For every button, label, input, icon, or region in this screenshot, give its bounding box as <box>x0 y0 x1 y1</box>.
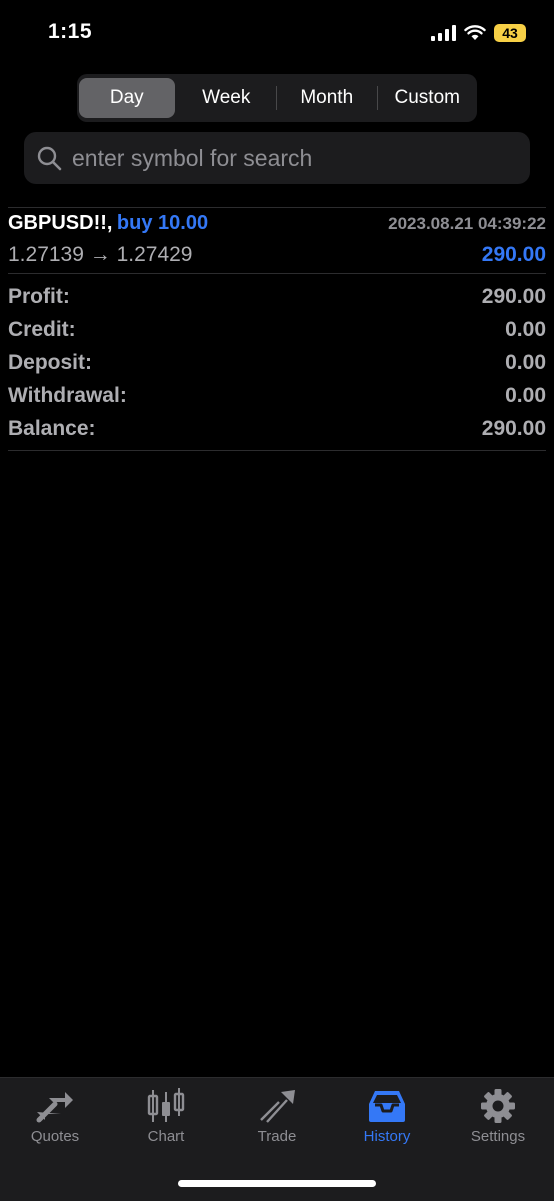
period-segmented-control: Day Week Month Custom <box>77 74 477 122</box>
summary-value: 0.00 <box>505 351 546 374</box>
summary-label: Deposit: <box>8 351 92 374</box>
summary-label: Balance: <box>8 417 96 440</box>
summary-label: Credit: <box>8 318 76 341</box>
divider <box>8 207 546 208</box>
segment-divider <box>276 86 277 110</box>
cellular-signal-icon <box>431 25 456 41</box>
trade-icon <box>260 1090 295 1123</box>
wifi-icon <box>464 25 486 40</box>
tab-label: Chart <box>147 1128 185 1145</box>
summary-label: Withdrawal: <box>8 384 127 407</box>
summary-row-profit: Profit: 290.00 <box>8 285 546 318</box>
summary-row-balance: Balance: 290.00 <box>8 417 546 450</box>
status-time: 1:15 <box>48 20 93 43</box>
tab-history[interactable]: History <box>332 1088 442 1145</box>
tab-label: Settings <box>470 1128 526 1145</box>
summary-value: 290.00 <box>481 417 546 440</box>
summary-section: Profit: 290.00 Credit: 0.00 Deposit: 0.0… <box>8 285 546 450</box>
battery-icon: 43 <box>494 24 526 42</box>
tab-label: History <box>363 1128 411 1145</box>
tab-chart[interactable]: Chart <box>111 1088 221 1145</box>
period-week-button[interactable]: Week <box>179 78 275 118</box>
summary-value: 0.00 <box>505 384 546 407</box>
home-indicator[interactable] <box>178 1180 376 1187</box>
candlestick-chart-icon <box>147 1088 185 1122</box>
trade-symbol: GBPUSD!!, <box>8 212 113 234</box>
divider <box>8 450 546 451</box>
trade-datetime: 2023.08.21 04:39:22 <box>388 214 546 233</box>
tab-label: Quotes <box>30 1128 80 1145</box>
status-icons: 43 <box>431 24 526 42</box>
summary-value: 290.00 <box>481 285 546 308</box>
tab-quotes[interactable]: Quotes <box>0 1088 110 1145</box>
summary-value: 0.00 <box>505 318 546 341</box>
divider <box>8 273 546 274</box>
tab-trade[interactable]: Trade <box>222 1088 332 1145</box>
trade-profit: 290.00 <box>481 243 546 266</box>
search-icon <box>37 146 62 171</box>
trade-prices: 1.27139 → 1.27429 <box>8 243 193 266</box>
search-bar[interactable] <box>24 132 530 184</box>
gear-icon <box>481 1089 515 1123</box>
summary-row-deposit: Deposit: 0.00 <box>8 351 546 384</box>
inbox-history-icon <box>369 1091 405 1122</box>
status-bar: 1:15 43 <box>0 0 554 70</box>
period-custom-button[interactable]: Custom <box>380 78 476 118</box>
quotes-icon <box>36 1092 73 1123</box>
tab-label: Trade <box>257 1128 297 1145</box>
tab-settings[interactable]: Settings <box>443 1088 553 1145</box>
summary-row-withdrawal: Withdrawal: 0.00 <box>8 384 546 417</box>
summary-row-credit: Credit: 0.00 <box>8 318 546 351</box>
trade-side: buy 10.00 <box>116 212 209 234</box>
period-day-button[interactable]: Day <box>79 78 175 118</box>
trade-price-row: 1.27139 → 1.27429 290.00 <box>8 243 546 269</box>
search-input[interactable] <box>70 143 514 173</box>
trade-row[interactable]: GBPUSD!!, buy 10.00 2023.08.21 04:39:22 <box>8 212 546 238</box>
summary-label: Profit: <box>8 285 70 308</box>
period-month-button[interactable]: Month <box>279 78 375 118</box>
segment-divider <box>376 86 378 110</box>
